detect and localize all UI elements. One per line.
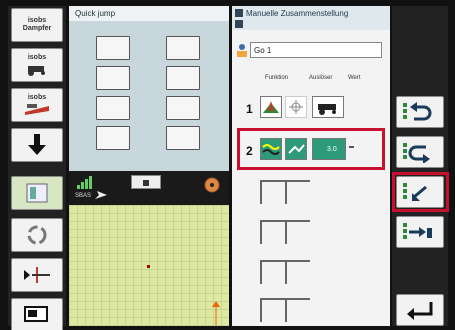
quick-jump-panel: Quick jump (69, 6, 229, 171)
add-to-list-button[interactable] (396, 216, 444, 248)
empty-function-cell[interactable] (260, 260, 285, 284)
quick-jump-header: Quick jump (69, 6, 229, 21)
quick-jump-slot[interactable] (166, 96, 200, 120)
field-map[interactable] (69, 205, 229, 326)
left-softkey-column: isobs Dampfer isobs isobs (8, 6, 66, 330)
steering-wheel-icon[interactable] (204, 177, 220, 193)
panel-title: Manuelle Zusammenstellung (246, 9, 349, 18)
boundary-icon (24, 267, 50, 283)
monitor-button[interactable] (11, 298, 63, 330)
signal-strength-icon (77, 176, 92, 189)
field-boundary-button[interactable] (11, 258, 63, 292)
column-header-value: Wert (348, 75, 361, 81)
row-number: 1 (246, 102, 253, 116)
isobus-implement-button[interactable]: isobs (11, 88, 63, 122)
header-badge-icon-2 (235, 20, 243, 28)
isobus-tractor-button[interactable]: isobs (11, 48, 63, 82)
implement-mini-icon (143, 180, 149, 186)
gps-info-bar: SBAS (69, 171, 229, 205)
isobus-label-2: isobs (27, 54, 47, 61)
panel-header: Manuelle Zusammenstellung (232, 6, 390, 30)
status-dots (403, 223, 407, 241)
quick-jump-slot[interactable] (96, 36, 130, 60)
isobus-dampfer-button[interactable]: isobs Dampfer (11, 8, 63, 42)
vehicle-arrow-icon (95, 191, 107, 199)
rotate-icon (27, 225, 47, 245)
redo-button[interactable] (396, 136, 444, 168)
status-dots (403, 103, 407, 121)
person-icon (237, 44, 247, 57)
dampfer-label: Dampfer (22, 25, 52, 32)
quick-jump-slot[interactable] (96, 126, 130, 150)
status-dots (403, 143, 407, 161)
tractor-small-icon (318, 104, 336, 115)
implement-width-indicator[interactable] (131, 175, 161, 189)
column-header-function: Funktion (265, 75, 289, 81)
quick-jump-slot[interactable] (96, 96, 130, 120)
function-cell[interactable] (260, 96, 282, 118)
implement-icon (25, 104, 49, 115)
go-name-field[interactable]: Go 1 (250, 42, 382, 58)
redo-arrow-icon (408, 145, 430, 163)
row-2-highlight (237, 128, 385, 170)
quick-jump-slot[interactable] (166, 36, 200, 60)
heading-arrow-icon (212, 301, 220, 325)
undo-button[interactable] (396, 96, 444, 128)
assign-button-highlight (392, 172, 449, 212)
empty-function-cell[interactable] (260, 220, 285, 244)
trigger-cell[interactable] (285, 96, 307, 118)
quick-jump-title: Quick jump (75, 9, 116, 18)
sbas-status: SBAS (75, 193, 92, 199)
right-softkey-column (392, 6, 448, 326)
empty-trigger-cell[interactable] (285, 180, 310, 204)
isobus-label-3: isobs (27, 94, 47, 101)
view-toggle-button[interactable] (11, 176, 63, 210)
down-arrow-button[interactable] (11, 128, 63, 162)
empty-function-cell[interactable] (260, 298, 285, 322)
isobus-label: isobs (27, 17, 47, 24)
position-marker (147, 265, 150, 268)
monitor-icon (24, 306, 48, 322)
tractor-icon (28, 66, 45, 76)
empty-trigger-cell[interactable] (285, 298, 310, 322)
empty-trigger-cell[interactable] (285, 260, 310, 284)
quick-jump-slot[interactable] (166, 66, 200, 90)
arrow-into-bin-icon (409, 227, 432, 238)
empty-function-cell[interactable] (260, 180, 285, 204)
layout-icon (26, 183, 48, 203)
down-arrow-icon (28, 134, 46, 155)
quick-jump-slot[interactable] (166, 126, 200, 150)
empty-trigger-cell[interactable] (285, 220, 310, 244)
back-button[interactable] (396, 294, 444, 326)
back-arrow-icon (407, 302, 433, 320)
column-header-trigger: Auslöser (309, 75, 333, 81)
quick-jump-slot[interactable] (96, 66, 130, 90)
go-name-value: Go 1 (254, 46, 272, 55)
terminal-screen: isobs Dampfer isobs isobs Quick jump SBA… (0, 0, 455, 330)
undo-arrow-icon (410, 102, 432, 121)
sprayer-icon (263, 101, 279, 113)
value-cell[interactable] (312, 96, 344, 118)
rotate-button[interactable] (11, 218, 63, 252)
crosshair-icon (289, 100, 303, 114)
header-badge-icon (235, 9, 243, 17)
